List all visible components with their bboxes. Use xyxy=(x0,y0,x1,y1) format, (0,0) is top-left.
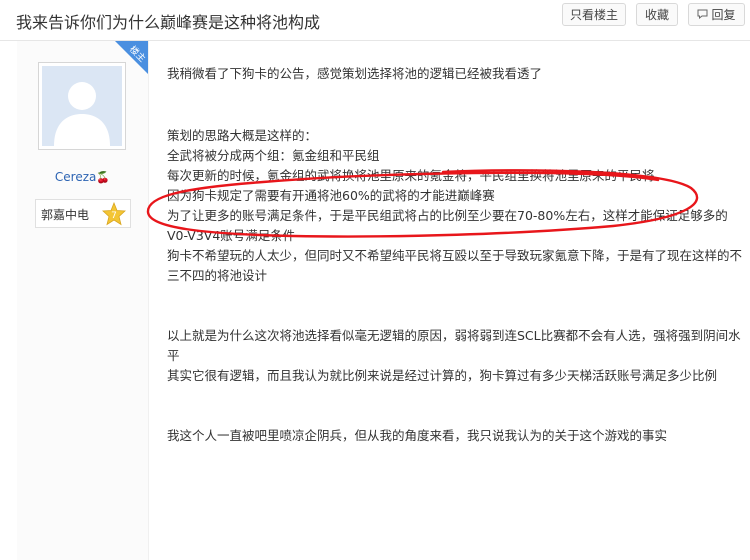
post-line: 策划的思路大概是这样的： xyxy=(167,128,318,143)
reply-button-label: 回复 xyxy=(711,8,736,22)
favorite-button[interactable]: 收藏 xyxy=(636,3,678,26)
cherry-icon: 🍒 xyxy=(96,171,111,184)
post-line: 以上就是为什么这次将池选择看似毫无逻辑的原因，弱将弱到连SCL比赛都不会有人选，… xyxy=(167,328,741,363)
author-username[interactable]: Cereza🍒 xyxy=(17,170,148,184)
post-line: 我这个人一直被吧里喷凉企阴兵，但从我的角度来看，我只说我认为的关于这个游戏的事实 xyxy=(167,428,668,443)
post-line: 每次更新的时候，氪金组的武将换将池里原来的氪金将，平民组里换将池里原来的平民将 xyxy=(167,168,655,183)
level-star-icon: 7 xyxy=(102,201,126,226)
post-line: 狗卡不希望玩的人太少，但同时又不希望纯平民将互殴以至于导致玩家氪意下降，于是有了… xyxy=(167,248,743,283)
post-line: 全武将被分成两个组：氪金组和平民组 xyxy=(167,148,380,163)
username-text: Cereza xyxy=(54,170,97,184)
post-line: 为了让更多的账号满足条件，于是平民组武将占的比例至少要在70-80%左右，这样才… xyxy=(167,208,728,243)
post-title: 我来告诉你们为什么巅峰赛是这种将池构成 xyxy=(16,13,321,32)
avatar[interactable] xyxy=(38,62,126,150)
reply-bubble-icon xyxy=(697,4,708,27)
only-author-button[interactable]: 只看楼主 xyxy=(562,3,626,26)
post-line: 我稍微看了下狗卡的公告，感觉策划选择将池的逻辑已经被我看透了 xyxy=(167,66,543,81)
reply-button[interactable]: 回复 xyxy=(688,3,745,26)
post-header: 我来告诉你们为什么巅峰赛是这种将池构成 只看楼主 收藏 回复 xyxy=(0,0,750,41)
post-content: 我稍微看了下狗卡的公告，感觉策划选择将池的逻辑已经被我看透了 策划的思路大概是这… xyxy=(167,64,742,446)
post-line: 因为狗卡规定了需要有开通将池60%的武将的才能进巅峰赛 xyxy=(167,188,495,203)
level-number: 7 xyxy=(111,211,117,221)
author-level-badge: 郭嘉中电 7 xyxy=(35,199,131,228)
default-avatar-icon xyxy=(42,66,122,146)
post-line: 其实它很有逻辑，而且我认为就比例来说是经过计算的，狗卡算过有多少天梯活跃账号满足… xyxy=(167,368,718,383)
level-name: 郭嘉中电 xyxy=(41,208,90,222)
